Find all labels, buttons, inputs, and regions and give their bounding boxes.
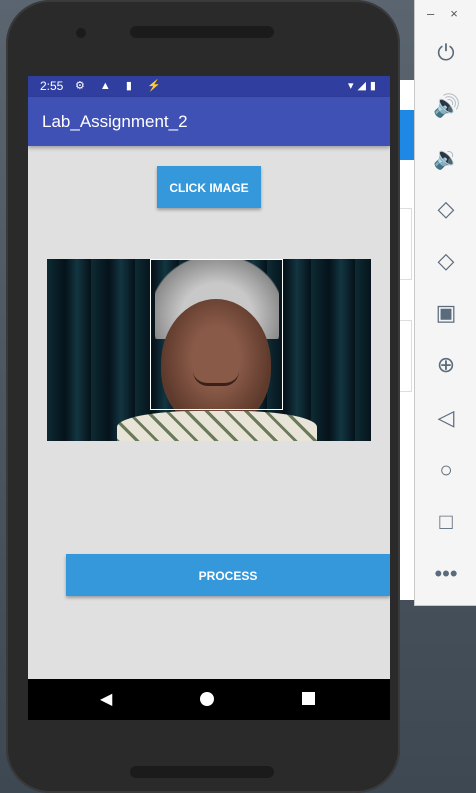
click-image-button[interactable]: CLICK IMAGE xyxy=(157,166,261,208)
status-time: 2:55 xyxy=(40,79,64,93)
notification-icons: ⚙ ▲ ▮ ⚡ xyxy=(75,80,167,92)
power-icon[interactable]: ⏻ xyxy=(433,40,459,66)
emulator-toolbar: –× ⏻ 🔊 🔉 ◇ ◇ ▣ ⊕ ◁ ○ □ ••• xyxy=(414,0,476,606)
app-bar: Lab_Assignment_2 xyxy=(28,97,390,146)
face-detection-box xyxy=(150,259,283,410)
camera-icon[interactable]: ▣ xyxy=(433,300,459,326)
process-button[interactable]: PROCESS xyxy=(66,554,390,596)
device-screen: 2:55 ⚙ ▲ ▮ ⚡ ▾◢▮ Lab_Assignment_2 CLICK … xyxy=(28,76,390,720)
volume-up-icon[interactable]: 🔊 xyxy=(433,93,460,119)
rotate-right-icon[interactable]: ◇ xyxy=(433,248,459,274)
back-nav-icon[interactable]: ◀ xyxy=(100,689,112,709)
home-icon[interactable]: ○ xyxy=(433,457,459,483)
phone-frame: 2:55 ⚙ ▲ ▮ ⚡ ▾◢▮ Lab_Assignment_2 CLICK … xyxy=(6,0,400,793)
image-shirt xyxy=(117,411,317,441)
system-status-icons: ▾◢▮ xyxy=(347,80,380,92)
app-title: Lab_Assignment_2 xyxy=(42,112,188,131)
rotate-left-icon[interactable]: ◇ xyxy=(433,196,459,222)
top-speaker xyxy=(130,26,274,38)
more-icon[interactable]: ••• xyxy=(433,561,459,587)
captured-image xyxy=(47,259,371,441)
zoom-icon[interactable]: ⊕ xyxy=(433,352,459,378)
front-camera xyxy=(76,28,86,38)
volume-down-icon[interactable]: 🔉 xyxy=(433,145,460,171)
recents-nav-icon[interactable] xyxy=(302,692,315,705)
close-button[interactable]: × xyxy=(450,6,474,21)
status-bar: 2:55 ⚙ ▲ ▮ ⚡ ▾◢▮ xyxy=(28,76,390,97)
navigation-bar: ◀ xyxy=(28,679,390,720)
back-icon[interactable]: ◁ xyxy=(433,405,459,431)
home-nav-icon[interactable] xyxy=(200,692,214,706)
window-controls: –× xyxy=(427,6,474,21)
minimize-button[interactable]: – xyxy=(427,6,450,21)
bottom-speaker xyxy=(130,766,274,778)
overview-icon[interactable]: □ xyxy=(433,509,459,535)
